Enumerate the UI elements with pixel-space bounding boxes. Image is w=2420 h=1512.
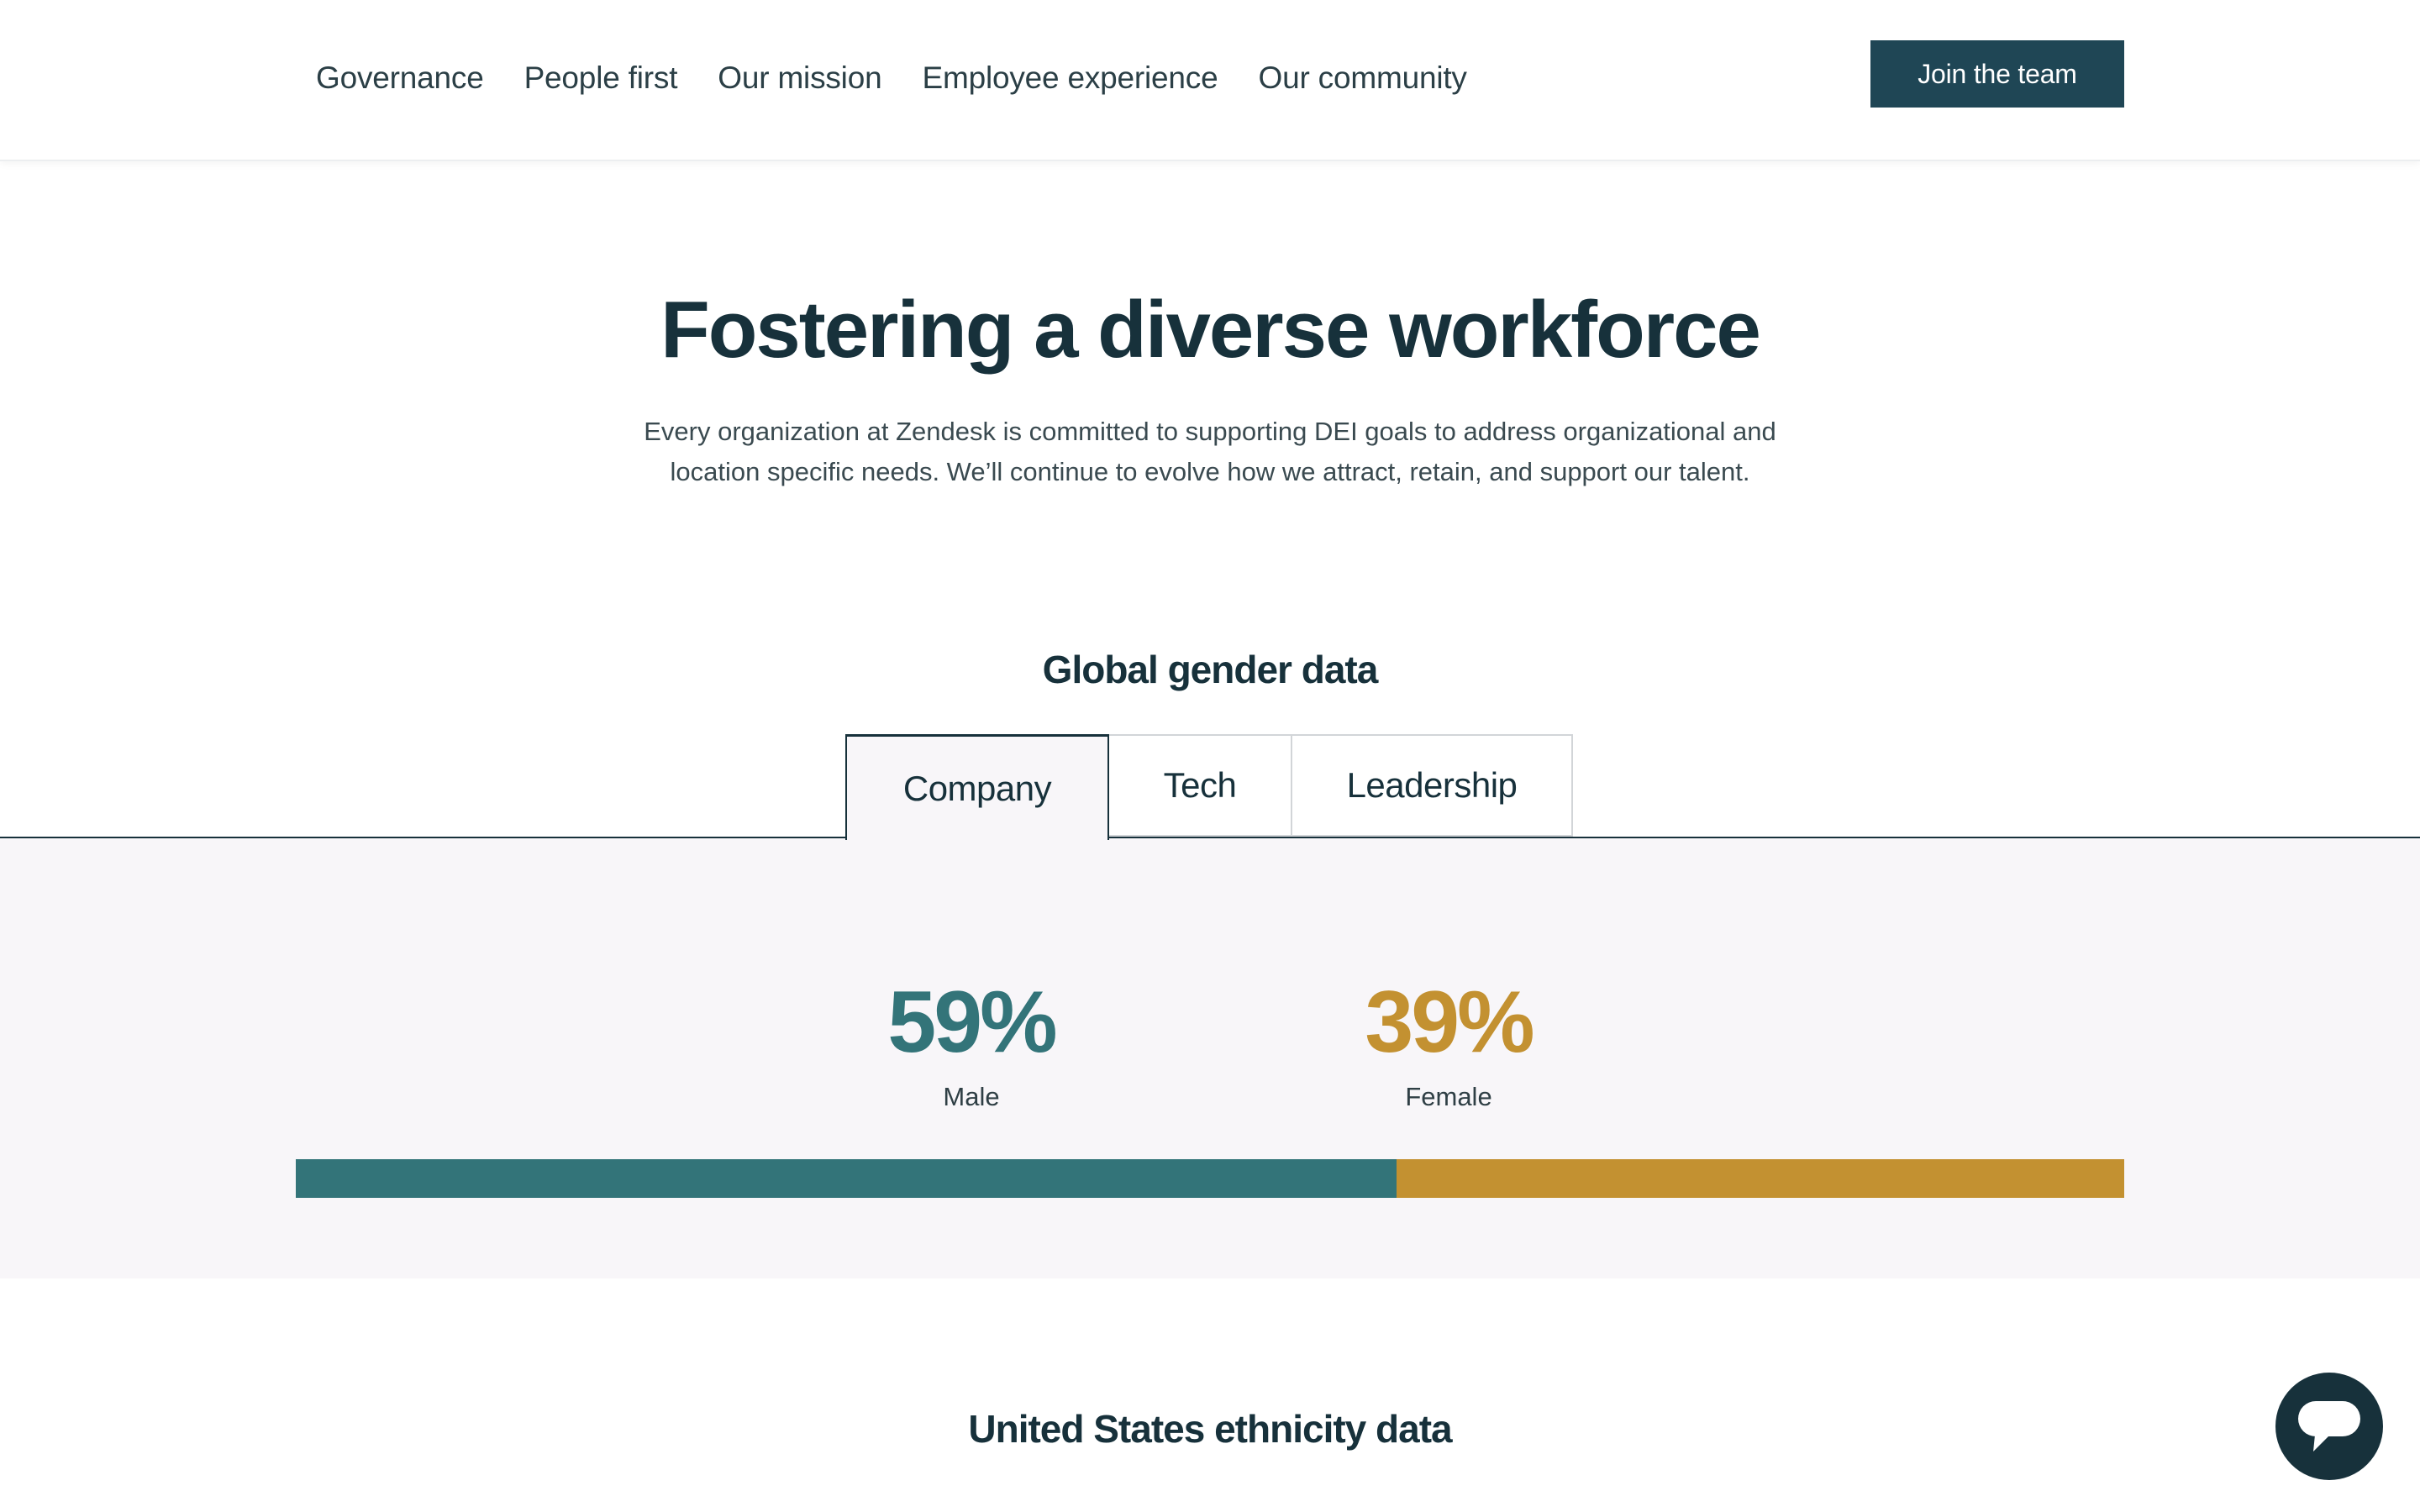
male-stat: 59% Male	[803, 976, 1139, 1112]
nav-item-our-community[interactable]: Our community	[1259, 60, 1467, 96]
male-percentage: 59%	[887, 974, 1057, 1071]
tab-tech[interactable]: Tech	[1109, 734, 1292, 837]
female-label: Female	[1405, 1082, 1492, 1111]
page-title: Fostering a diverse workforce	[660, 285, 1761, 375]
female-percentage: 39%	[1365, 974, 1534, 1071]
gender-section-title: Global gender data	[1042, 648, 1379, 691]
ethnicity-section-title: United States ethnicity data	[968, 1407, 1452, 1451]
nav-item-employee-experience[interactable]: Employee experience	[922, 60, 1218, 96]
chat-bubble-icon	[2298, 1401, 2360, 1452]
nav-item-people-first[interactable]: People first	[524, 60, 678, 96]
gender-tabs: Company Tech Leadership	[845, 734, 1573, 840]
tab-leadership[interactable]: Leadership	[1292, 734, 1573, 837]
chat-launcher-button[interactable]	[2275, 1373, 2383, 1480]
male-label: Male	[943, 1082, 1000, 1111]
nav-item-governance[interactable]: Governance	[316, 60, 484, 96]
hero-description: Every organization at Zendesk is committ…	[644, 417, 1776, 486]
nav-item-our-mission[interactable]: Our mission	[718, 60, 881, 96]
bar-segment-male	[296, 1159, 1397, 1198]
bar-segment-female	[1397, 1159, 2124, 1198]
female-stat: 39% Female	[1281, 976, 1617, 1112]
main-nav: Governance People first Our mission Empl…	[316, 60, 1507, 96]
gender-data-panel: 59% Male 39% Female	[0, 838, 2420, 1278]
join-the-team-button[interactable]: Join the team	[1870, 40, 2124, 108]
site-header: Governance People first Our mission Empl…	[0, 0, 2420, 161]
gender-distribution-bar	[296, 1159, 2124, 1198]
tab-company[interactable]: Company	[845, 734, 1109, 840]
tab-underline	[0, 837, 2420, 838]
